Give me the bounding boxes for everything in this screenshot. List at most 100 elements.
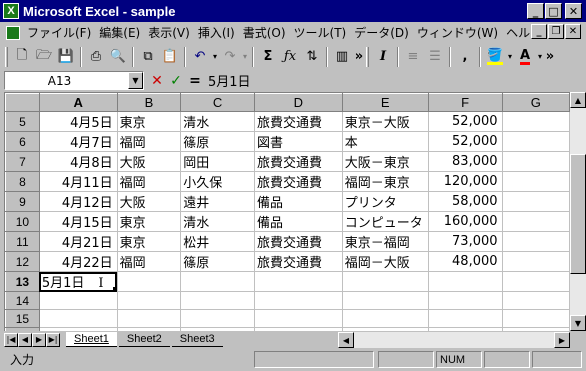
cell[interactable]: 本 <box>342 131 429 152</box>
cell[interactable]: 東京－大阪 <box>342 111 429 132</box>
cell[interactable]: 4月8日 <box>39 151 118 172</box>
cell[interactable]: 松井 <box>180 231 255 252</box>
cell[interactable]: 篠原 <box>180 131 255 152</box>
cell[interactable]: 4月21日 <box>39 231 118 252</box>
cell[interactable] <box>428 291 503 310</box>
cell[interactable]: 58,000 <box>428 191 503 212</box>
cell[interactable]: 73,000 <box>428 231 503 252</box>
cell[interactable]: 図書 <box>254 131 343 152</box>
cell[interactable]: プリンタ <box>342 191 429 212</box>
menu-file[interactable]: ファイル(F) <box>23 24 95 41</box>
chart-wizard-icon[interactable]: ▥ <box>331 46 353 68</box>
cell[interactable]: 旅費交通費 <box>254 231 343 252</box>
cell[interactable] <box>428 271 503 292</box>
row-header[interactable]: 14 <box>5 291 40 310</box>
row-header[interactable]: 9 <box>5 191 40 212</box>
cell[interactable]: 備品 <box>254 191 343 212</box>
cell[interactable] <box>502 131 570 152</box>
cell[interactable]: 篠原 <box>180 251 255 272</box>
print-preview-icon[interactable]: 🔍 <box>107 46 129 68</box>
scroll-left-icon[interactable]: ◀ <box>338 332 354 348</box>
scroll-down-icon[interactable]: ▼ <box>570 315 586 331</box>
cell[interactable]: 4月15日 <box>39 211 118 232</box>
cell[interactable]: 福岡 <box>117 171 182 192</box>
fill-color-icon[interactable]: 🪣 <box>484 46 506 68</box>
cell[interactable]: 福岡－大阪 <box>342 251 429 272</box>
fill-color-dropdown-icon[interactable]: ▾ <box>506 46 514 68</box>
cell[interactable]: 大阪 <box>117 151 182 172</box>
cell[interactable]: 52,000 <box>428 111 503 132</box>
italic-icon[interactable]: I <box>372 46 394 68</box>
cell[interactable]: 83,000 <box>428 151 503 172</box>
copy-icon[interactable]: ⧉ <box>137 46 159 68</box>
sheet-tab-sheet2[interactable]: Sheet2 <box>118 332 170 347</box>
scroll-up-icon[interactable]: ▲ <box>570 92 586 108</box>
column-header-c[interactable]: C <box>180 93 255 112</box>
next-sheet-icon[interactable]: ▶ <box>32 332 46 347</box>
document-icon[interactable] <box>6 25 20 40</box>
cell[interactable]: 東京 <box>117 231 182 252</box>
cell[interactable]: 大阪－東京 <box>342 151 429 172</box>
row-header[interactable]: 6 <box>5 131 40 152</box>
row-header[interactable]: 5 <box>5 111 40 132</box>
cell[interactable]: 小久保 <box>180 171 255 192</box>
cell[interactable]: 東京－福岡 <box>342 231 429 252</box>
cell[interactable] <box>502 211 570 232</box>
first-sheet-icon[interactable]: |◀ <box>4 332 18 347</box>
doc-close-button[interactable]: ✕ <box>565 24 581 39</box>
sort-ascending-icon[interactable]: ⇅ <box>301 46 323 68</box>
paste-icon[interactable]: 📋 <box>159 46 181 68</box>
cell[interactable]: 52,000 <box>428 131 503 152</box>
undo-dropdown-icon[interactable]: ▾ <box>211 46 219 68</box>
column-header-a[interactable]: A <box>38 93 118 112</box>
name-box-dropdown-icon[interactable]: ▼ <box>128 72 143 89</box>
cell[interactable] <box>342 309 429 328</box>
vertical-scrollbar[interactable]: ▲ ▼ <box>570 92 586 331</box>
cell[interactable]: 備品 <box>254 211 343 232</box>
print-icon[interactable]: ⎙ <box>85 46 107 68</box>
cell[interactable] <box>502 191 570 212</box>
formula-input[interactable]: 5月1日 <box>205 71 583 90</box>
scroll-right-icon[interactable]: ▶ <box>554 332 570 348</box>
cell[interactable] <box>502 309 570 328</box>
sheet-tab-sheet3[interactable]: Sheet3 <box>171 332 223 347</box>
cell[interactable] <box>502 291 570 310</box>
menu-format[interactable]: 書式(O) <box>239 24 290 41</box>
prev-sheet-icon[interactable]: ◀ <box>18 332 32 347</box>
active-cell[interactable]: 5月1日 I <box>39 271 118 292</box>
cell[interactable]: 160,000 <box>428 211 503 232</box>
cell[interactable] <box>180 291 255 310</box>
cell[interactable] <box>502 271 570 292</box>
cell[interactable] <box>39 291 118 310</box>
cell[interactable]: 4月7日 <box>39 131 118 152</box>
enter-check-icon[interactable]: ✓ <box>168 73 184 89</box>
column-header-e[interactable]: E <box>341 93 429 112</box>
row-header[interactable]: 10 <box>5 211 40 232</box>
cell[interactable] <box>180 271 255 292</box>
column-header-b[interactable]: B <box>116 93 182 112</box>
row-header[interactable]: 15 <box>5 309 40 328</box>
row-header[interactable]: 12 <box>5 251 40 272</box>
column-header-d[interactable]: D <box>253 93 343 112</box>
cell[interactable]: 遠井 <box>180 191 255 212</box>
minimize-button[interactable]: _ <box>527 3 544 19</box>
cell[interactable] <box>39 309 118 328</box>
cell[interactable] <box>117 271 182 292</box>
cell[interactable] <box>180 309 255 328</box>
cell[interactable] <box>117 309 182 328</box>
row-header[interactable]: 7 <box>5 151 40 172</box>
row-header[interactable]: 13 <box>5 271 40 292</box>
cell[interactable]: 福岡－東京 <box>342 171 429 192</box>
toolbar-grip[interactable] <box>366 46 369 67</box>
cell[interactable]: 48,000 <box>428 251 503 272</box>
cell[interactable] <box>342 271 429 292</box>
cell[interactable]: 清水 <box>180 211 255 232</box>
undo-icon[interactable]: ↶ <box>189 46 211 68</box>
cell[interactable]: 旅費交通費 <box>254 111 343 132</box>
cell[interactable]: 旅費交通費 <box>254 171 343 192</box>
cancel-icon[interactable]: ✕ <box>149 73 165 89</box>
name-box[interactable]: A13 ▼ <box>4 71 144 90</box>
excel-app-icon[interactable]: X <box>3 3 19 19</box>
cell-edit-text[interactable]: 5月1日 <box>42 276 85 291</box>
new-file-icon[interactable]: 🗋 <box>11 46 33 68</box>
